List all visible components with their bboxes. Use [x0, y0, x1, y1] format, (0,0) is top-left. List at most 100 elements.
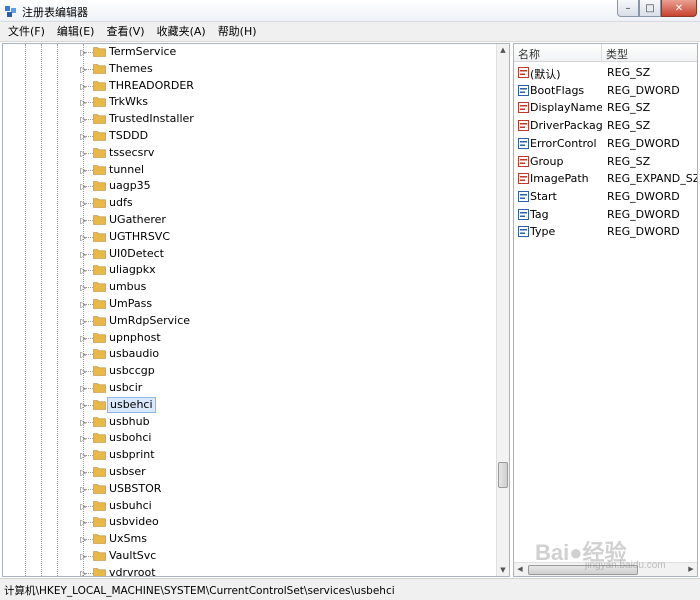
menu-favorites[interactable]: 收藏夹(A) — [151, 22, 212, 42]
tree-node[interactable]: ▷ TrkWks — [3, 94, 498, 111]
registry-value-row[interactable]: Start REG_DWORD — [514, 188, 697, 205]
maximize-button[interactable]: □ — [639, 0, 661, 17]
tree-node[interactable]: ▷ UmPass — [3, 296, 498, 313]
expand-arrow-icon[interactable]: ▷ — [79, 485, 88, 494]
tree-node[interactable]: ▷ tssecsrv — [3, 145, 498, 162]
tree-node[interactable]: ▷ usbohci — [3, 430, 498, 447]
value-type: REG_SZ — [607, 66, 651, 79]
registry-value-row[interactable]: Tag REG_DWORD — [514, 206, 697, 223]
registry-value-row[interactable]: Group REG_SZ — [514, 153, 697, 170]
tree-node[interactable]: ▷ TSDDD — [3, 128, 498, 145]
tree-node[interactable]: ▷ usbprint — [3, 447, 498, 464]
expand-arrow-icon[interactable]: ▷ — [79, 518, 88, 527]
tree-node[interactable]: ▷ uagp35 — [3, 178, 498, 195]
scroll-right-arrow-icon[interactable]: ▶ — [685, 563, 697, 576]
expand-arrow-icon[interactable]: ▷ — [79, 132, 88, 141]
expand-arrow-icon[interactable]: ▷ — [79, 317, 88, 326]
tree-node[interactable]: ▷ umbus — [3, 279, 498, 296]
tree-node[interactable]: ▷ uliagpkx — [3, 262, 498, 279]
expand-arrow-icon[interactable]: ▷ — [79, 250, 88, 259]
expand-arrow-icon[interactable]: ▷ — [79, 535, 88, 544]
tree-node[interactable]: ▷ usbuhci — [3, 498, 498, 515]
tree-node[interactable]: ▷ THREADORDER — [3, 78, 498, 95]
tree-node[interactable]: ▷ usbser — [3, 464, 498, 481]
registry-value-row[interactable]: BootFlags REG_DWORD — [514, 82, 697, 99]
registry-value-row[interactable]: ErrorControl REG_DWORD — [514, 135, 697, 152]
menu-edit[interactable]: 编辑(E) — [51, 22, 101, 42]
close-button[interactable]: ✕ — [661, 0, 697, 17]
expand-arrow-icon[interactable]: ▷ — [79, 300, 88, 309]
expand-arrow-icon[interactable]: ▷ — [79, 166, 88, 175]
registry-values-pane[interactable]: 名称 类型 (默认) REG_SZ BootFlags REG_DWORD Displa… — [513, 43, 698, 577]
column-divider[interactable] — [601, 44, 602, 62]
tree-node[interactable]: ▷ usbehci — [3, 396, 498, 414]
column-name-header[interactable]: 名称 — [518, 46, 540, 62]
menu-help[interactable]: 帮助(H) — [212, 22, 263, 42]
folder-icon — [93, 534, 106, 544]
tree-node[interactable]: ▷ usbaudio — [3, 346, 498, 363]
tree-node[interactable]: ▷ Themes — [3, 61, 498, 78]
scroll-down-arrow-icon[interactable]: ▼ — [497, 564, 509, 576]
tree-node[interactable]: ▷ UmRdpService — [3, 313, 498, 330]
tree-node[interactable]: ▷ USBSTOR — [3, 481, 498, 498]
tree-node[interactable]: ▷ vdrvroot — [3, 565, 498, 576]
expand-arrow-icon[interactable]: ▷ — [79, 468, 88, 477]
tree-node[interactable]: ▷ UxSms — [3, 531, 498, 548]
registry-value-row[interactable]: (默认) REG_SZ — [514, 64, 697, 81]
tree-node[interactable]: ▷ usbvideo — [3, 514, 498, 531]
expand-arrow-icon[interactable]: ▷ — [79, 334, 88, 343]
expand-arrow-icon[interactable]: ▷ — [79, 367, 88, 376]
registry-tree-pane[interactable]: ▷ TermService ▷ Themes ▷ THREADORDER ▷ TrkWks ▷ T… — [2, 43, 510, 577]
menu-view[interactable]: 查看(V) — [100, 22, 150, 42]
expand-arrow-icon[interactable]: ▷ — [79, 569, 88, 576]
menu-file[interactable]: 文件(F) — [2, 22, 51, 42]
expand-arrow-icon[interactable]: ▷ — [79, 233, 88, 242]
expand-arrow-icon[interactable]: ▷ — [79, 502, 88, 511]
expand-arrow-icon[interactable]: ▷ — [79, 115, 88, 124]
tree-node[interactable]: ▷ udfs — [3, 195, 498, 212]
tree-node[interactable]: ▷ VaultSvc — [3, 548, 498, 565]
minimize-button[interactable]: – — [617, 0, 639, 17]
scroll-thumb[interactable] — [498, 462, 508, 488]
expand-arrow-icon[interactable]: ▷ — [79, 451, 88, 460]
string-value-icon — [518, 102, 529, 114]
registry-value-row[interactable]: Type REG_DWORD — [514, 223, 697, 240]
tree-node-label: udfs — [109, 196, 133, 210]
expand-arrow-icon[interactable]: ▷ — [79, 98, 88, 107]
expand-arrow-icon[interactable]: ▷ — [79, 266, 88, 275]
expand-arrow-icon[interactable]: ▷ — [79, 283, 88, 292]
column-type-header[interactable]: 类型 — [606, 46, 628, 62]
expand-arrow-icon[interactable]: ▷ — [79, 82, 88, 91]
tree-node[interactable]: ▷ tunnel — [3, 162, 498, 179]
scroll-left-arrow-icon[interactable]: ◀ — [514, 563, 526, 576]
value-name: Start — [530, 189, 557, 203]
expand-arrow-icon[interactable]: ▷ — [79, 401, 88, 410]
expand-arrow-icon[interactable]: ▷ — [79, 182, 88, 191]
scroll-up-arrow-icon[interactable]: ▲ — [497, 44, 509, 56]
tree-node[interactable]: ▷ TrustedInstaller — [3, 111, 498, 128]
expand-arrow-icon[interactable]: ▷ — [79, 350, 88, 359]
expand-arrow-icon[interactable]: ▷ — [79, 418, 88, 427]
tree-node[interactable]: ▷ usbccgp — [3, 363, 498, 380]
expand-arrow-icon[interactable]: ▷ — [79, 216, 88, 225]
expand-arrow-icon[interactable]: ▷ — [79, 552, 88, 561]
tree-node-label: TrustedInstaller — [109, 112, 194, 126]
expand-arrow-icon[interactable]: ▷ — [79, 48, 88, 57]
tree-node[interactable]: ▷ usbhub — [3, 414, 498, 431]
tree-node[interactable]: ▷ UGTHRSVC — [3, 229, 498, 246]
tree-node[interactable]: ▷ usbcir — [3, 380, 498, 397]
expand-arrow-icon[interactable]: ▷ — [79, 434, 88, 443]
expand-arrow-icon[interactable]: ▷ — [79, 149, 88, 158]
expand-arrow-icon[interactable]: ▷ — [79, 65, 88, 74]
tree-node[interactable]: ▷ UGatherer — [3, 212, 498, 229]
tree-node[interactable]: ▷ upnphost — [3, 330, 498, 347]
tree-node[interactable]: ▷ TermService — [3, 44, 498, 61]
expand-arrow-icon[interactable]: ▷ — [79, 384, 88, 393]
value-type: REG_DWORD — [607, 225, 680, 239]
registry-value-row[interactable]: DisplayName REG_SZ — [514, 99, 697, 116]
tree-node[interactable]: ▷ UI0Detect — [3, 246, 498, 263]
tree-vertical-scrollbar[interactable]: ▲ ▼ — [496, 44, 509, 576]
registry-value-row[interactable]: ImagePath REG_EXPAND_SZ — [514, 170, 697, 187]
registry-value-row[interactable]: DriverPackageId REG_SZ — [514, 117, 697, 134]
expand-arrow-icon[interactable]: ▷ — [79, 199, 88, 208]
